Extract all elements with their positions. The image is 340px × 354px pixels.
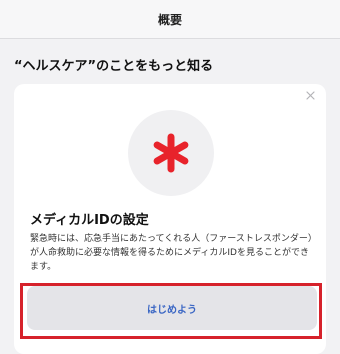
card-description: 緊急時には、応急手当にあたってくれる人（ファーストレスポンダー）が人命救助に必要… xyxy=(30,234,313,272)
navigation-bar: 概要 xyxy=(0,0,340,39)
close-icon xyxy=(305,90,315,100)
start-button-label: はじめよう xyxy=(147,304,197,316)
close-button[interactable] xyxy=(302,87,318,103)
section-heading: “ヘルスケア”のことをもっと知る xyxy=(14,59,214,74)
medical-id-card: メディカルIDの設定 緊急時には、応急手当にあたってくれる人（ファーストレスポン… xyxy=(14,84,326,354)
medical-emblem xyxy=(128,110,214,196)
medical-asterisk-icon xyxy=(153,133,189,173)
page-title: 概要 xyxy=(157,12,182,27)
card-title: メディカルIDの設定 xyxy=(30,213,149,228)
start-button[interactable]: はじめよう xyxy=(27,286,317,330)
